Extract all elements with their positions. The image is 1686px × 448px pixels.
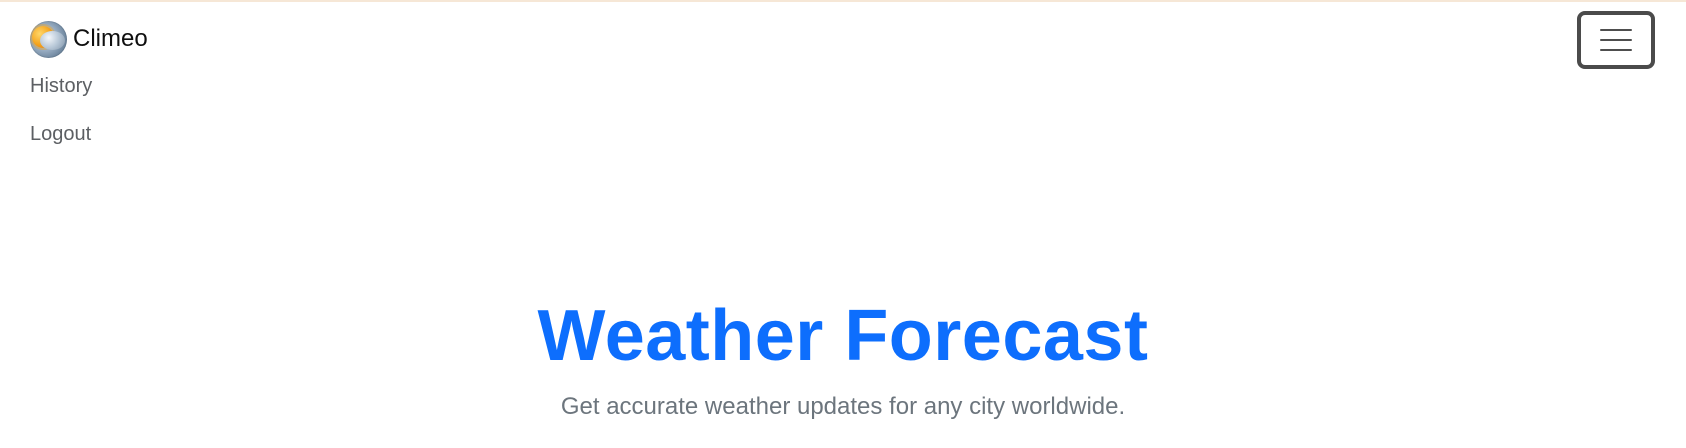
hamburger-bar xyxy=(1600,29,1632,31)
nav-link-logout[interactable]: Logout xyxy=(30,124,230,144)
hamburger-bar xyxy=(1600,39,1632,41)
page-title: Weather Forecast xyxy=(537,296,1149,376)
page-subtitle: Get accurate weather updates for any cit… xyxy=(560,393,1126,420)
navbar-toggle-button[interactable] xyxy=(1577,11,1655,69)
hero-section: Weather Forecast Get accurate weather up… xyxy=(0,300,1686,419)
hamburger-menu-icon xyxy=(1600,29,1632,51)
nav-link-history[interactable]: History xyxy=(30,76,230,96)
navbar: Climeo History Logout xyxy=(0,2,1686,172)
weather-sun-cloud-icon xyxy=(30,20,67,58)
nav-menu: History Logout xyxy=(30,76,230,172)
brand-name: Climeo xyxy=(73,25,148,52)
brand-link[interactable]: Climeo xyxy=(30,20,148,58)
hamburger-bar xyxy=(1600,49,1632,51)
